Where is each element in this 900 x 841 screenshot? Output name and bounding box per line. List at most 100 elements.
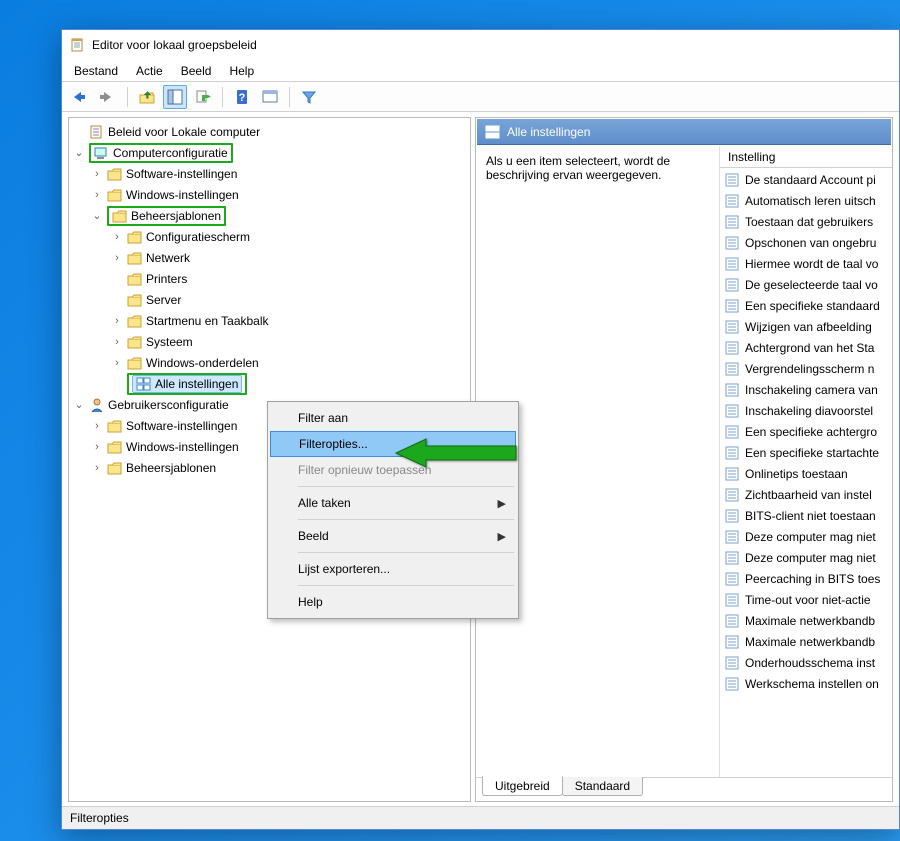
expand-icon[interactable]: › <box>110 231 124 243</box>
list-item[interactable]: Werkschema instellen on <box>720 673 892 694</box>
expand-icon[interactable]: › <box>110 336 124 348</box>
folder-icon <box>127 250 143 266</box>
cm-export-list[interactable]: Lijst exporteren... <box>270 556 516 582</box>
expand-icon[interactable]: › <box>90 441 104 453</box>
list-item[interactable]: Zichtbaarheid van instel <box>720 484 892 505</box>
folder-icon <box>112 208 128 224</box>
up-button[interactable] <box>135 85 159 109</box>
expand-icon[interactable]: › <box>90 189 104 201</box>
tree-label: Windows-onderdelen <box>146 356 259 370</box>
list-item[interactable]: Time-out voor niet-actie <box>720 589 892 610</box>
setting-label: Achtergrond van het Sta <box>745 341 874 355</box>
tree-item[interactable]: Server <box>70 289 469 310</box>
list-item[interactable]: Maximale netwerkbandb <box>720 610 892 631</box>
tree-label: Systeem <box>146 335 193 349</box>
menu-file[interactable]: Bestand <box>66 62 126 80</box>
cm-view[interactable]: Beeld▶ <box>270 523 516 549</box>
forward-button[interactable] <box>96 85 120 109</box>
list-item[interactable]: Vergrendelingsscherm n <box>720 358 892 379</box>
list-item[interactable]: Een specifieke achtergro <box>720 421 892 442</box>
app-icon <box>70 37 86 53</box>
list-item[interactable]: Wijzigen van afbeelding <box>720 316 892 337</box>
tree-label: Beleid voor Lokale computer <box>108 125 260 139</box>
tree-item[interactable]: › Windows-onderdelen <box>70 352 469 373</box>
tree-item[interactable]: ›Windows-instellingen <box>70 184 469 205</box>
list-item[interactable]: Maximale netwerkbandb <box>720 631 892 652</box>
expand-icon[interactable]: › <box>110 315 124 327</box>
tree-computer-config[interactable]: ⌄ Computerconfiguratie <box>70 142 469 163</box>
list-item[interactable]: Een specifieke startachte <box>720 442 892 463</box>
setting-icon <box>724 193 740 209</box>
list-item[interactable]: Een specifieke standaard <box>720 295 892 316</box>
help-button[interactable]: ? <box>230 85 254 109</box>
setting-icon <box>724 298 740 314</box>
list-item[interactable]: Opschonen van ongebru <box>720 232 892 253</box>
column-header[interactable]: Instelling <box>720 146 892 168</box>
list-item[interactable]: Deze computer mag niet <box>720 547 892 568</box>
tree-all-settings[interactable]: Alle instellingen <box>70 373 469 394</box>
tree-label: Alle instellingen <box>155 377 238 391</box>
tree-item[interactable]: ›Startmenu en Taakbalk <box>70 310 469 331</box>
toolbar: ? <box>62 82 899 112</box>
setting-icon <box>724 319 740 335</box>
toolbar-sep <box>222 87 223 107</box>
collapse-icon[interactable]: ⌄ <box>72 398 86 411</box>
menu-help[interactable]: Help <box>221 62 262 80</box>
folder-icon <box>127 292 143 308</box>
tree-item[interactable]: ›Configuratiescherm <box>70 226 469 247</box>
list-item[interactable]: Onlinetips toestaan <box>720 463 892 484</box>
menu-action[interactable]: Actie <box>128 62 171 80</box>
collapse-icon[interactable]: ⌄ <box>90 209 104 222</box>
setting-label: Onderhoudsschema inst <box>745 656 875 670</box>
list-item[interactable]: Inschakeling camera van <box>720 379 892 400</box>
cm-filter-options[interactable]: Filteropties... <box>270 431 516 457</box>
menu-view[interactable]: Beeld <box>173 62 220 80</box>
back-button[interactable] <box>68 85 92 109</box>
setting-icon <box>724 550 740 566</box>
tree-item[interactable]: Printers <box>70 268 469 289</box>
tree-root[interactable]: Beleid voor Lokale computer <box>70 121 469 142</box>
setting-icon <box>724 214 740 230</box>
cm-all-tasks[interactable]: Alle taken▶ <box>270 490 516 516</box>
expand-icon[interactable]: › <box>110 252 124 264</box>
list-item[interactable]: Deze computer mag niet <box>720 526 892 547</box>
detail-body: Als u een item selecteert, wordt de besc… <box>476 146 892 777</box>
tab-extended[interactable]: Uitgebreid <box>482 776 563 796</box>
tree-admin-templates[interactable]: ⌄ Beheersjablonen <box>70 205 469 226</box>
tree-item[interactable]: ›Netwerk <box>70 247 469 268</box>
setting-icon <box>724 403 740 419</box>
tree-item[interactable]: ›Software-instellingen <box>70 163 469 184</box>
tree-item[interactable]: › Systeem <box>70 331 469 352</box>
list-item[interactable]: Toestaan dat gebruikers <box>720 211 892 232</box>
show-tree-button[interactable] <box>163 85 187 109</box>
expand-icon[interactable]: › <box>90 462 104 474</box>
tab-standard[interactable]: Standaard <box>562 777 643 796</box>
expand-icon[interactable]: › <box>90 420 104 432</box>
cm-filter-on[interactable]: Filter aan <box>270 405 516 431</box>
list-item[interactable]: De standaard Account pi <box>720 169 892 190</box>
list-item[interactable]: De geselecteerde taal vo <box>720 274 892 295</box>
list-item[interactable]: Hiermee wordt de taal vo <box>720 253 892 274</box>
setting-icon <box>724 172 740 188</box>
folder-icon <box>107 460 123 476</box>
expand-icon[interactable]: › <box>110 357 124 369</box>
setting-label: BITS-client niet toestaan <box>745 509 876 523</box>
tree-label: Printers <box>146 272 187 286</box>
collapse-icon[interactable]: ⌄ <box>72 146 86 159</box>
tree-label: Gebruikersconfiguratie <box>108 398 229 412</box>
list-item[interactable]: Inschakeling diavoorstel <box>720 400 892 421</box>
list-item[interactable]: BITS-client niet toestaan <box>720 505 892 526</box>
cm-help[interactable]: Help <box>270 589 516 615</box>
list-item[interactable]: Onderhoudsschema inst <box>720 652 892 673</box>
console-button[interactable] <box>258 85 282 109</box>
policy-icon <box>89 124 105 140</box>
expand-icon[interactable]: › <box>90 168 104 180</box>
list-item[interactable]: Peercaching in BITS toes <box>720 568 892 589</box>
detail-header: Alle instellingen <box>477 119 891 145</box>
export-button[interactable] <box>191 85 215 109</box>
filter-button[interactable] <box>297 85 321 109</box>
list-item[interactable]: Automatisch leren uitsch <box>720 190 892 211</box>
list-item[interactable]: Achtergrond van het Sta <box>720 337 892 358</box>
statusbar: Filteropties <box>62 806 899 829</box>
setting-icon <box>724 487 740 503</box>
